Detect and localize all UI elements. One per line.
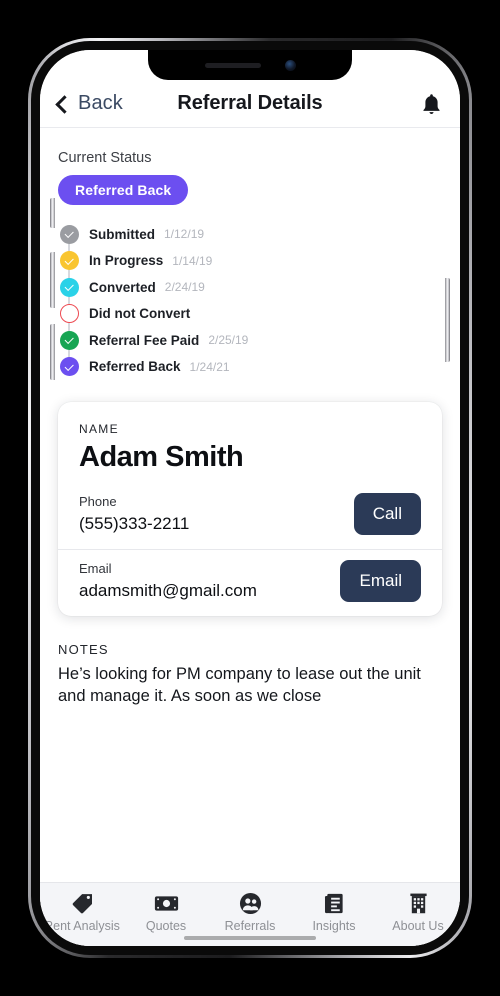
check-icon xyxy=(64,255,74,265)
tab-label: Referrals xyxy=(224,919,276,933)
phone-value: (555)333-2211 xyxy=(79,514,190,533)
notes-section: NOTES He’s looking for PM company to lea… xyxy=(58,642,442,708)
timeline-dot-wrap xyxy=(58,224,80,262)
mute-switch-button[interactable] xyxy=(50,198,55,228)
email-value: adamsmith@gmail.com xyxy=(79,581,257,600)
timeline-row: Referred Back 1/24/21 xyxy=(58,339,442,381)
timeline-dot-wrap xyxy=(58,233,80,289)
people-circle-icon xyxy=(239,892,262,914)
timeline-label: Referral Fee Paid xyxy=(89,332,200,348)
building-icon xyxy=(408,892,429,914)
tab-label: Rent Analysis xyxy=(44,919,120,933)
timeline-date: 2/25/19 xyxy=(208,333,249,348)
contact-card-header: NAME Adam Smith xyxy=(58,402,442,489)
timeline-label: In Progress xyxy=(89,253,164,269)
content-area: Current Status Referred Back Submitted 1/… xyxy=(40,128,460,882)
email-button[interactable]: Email xyxy=(340,560,421,602)
phone-row: Phone (555)333-2211 Call xyxy=(58,489,442,549)
speaker-grille-icon xyxy=(204,62,261,68)
volume-up-button[interactable] xyxy=(50,252,55,308)
timeline-dot-wrap xyxy=(58,286,80,342)
timeline-dot-wrap xyxy=(58,339,80,377)
phone-caption: Phone xyxy=(79,494,117,509)
bell-icon xyxy=(423,93,440,114)
tab-insights[interactable]: Insights xyxy=(292,892,376,933)
timeline-status-dot xyxy=(59,251,79,271)
status-timeline: Submitted 1/12/19 In Progress 1/14/19 Conver… xyxy=(58,221,442,380)
tab-about-us[interactable]: About Us xyxy=(376,892,460,933)
document-icon xyxy=(323,892,345,914)
back-button-label: Back xyxy=(78,92,123,114)
phone-frame: Back Referral Details Current Status Ref… xyxy=(28,38,472,958)
notes-body: He’s looking for PM company to lease out… xyxy=(58,665,421,705)
banknote-icon xyxy=(154,892,179,914)
timeline-date: 1/12/19 xyxy=(164,227,205,242)
check-icon xyxy=(64,361,74,371)
timeline-status-dot xyxy=(59,357,79,377)
phone-bezel: Back Referral Details Current Status Ref… xyxy=(31,41,469,955)
tab-label: About Us xyxy=(392,919,444,933)
timeline-label: Submitted xyxy=(89,226,155,242)
timeline-date: 1/14/19 xyxy=(172,253,213,268)
check-icon xyxy=(64,334,74,344)
name-caption: NAME xyxy=(79,422,119,436)
tab-referrals[interactable]: Referrals xyxy=(208,892,292,933)
timeline-status-dot xyxy=(59,330,79,350)
tag-icon xyxy=(71,892,94,914)
device-notch xyxy=(148,50,352,80)
timeline-label: Did not Convert xyxy=(89,306,191,322)
call-button[interactable]: Call xyxy=(353,493,421,535)
timeline-date: 2/24/19 xyxy=(164,280,205,295)
home-indicator xyxy=(184,936,316,940)
tab-quotes[interactable]: Quotes xyxy=(124,892,208,933)
front-camera-icon xyxy=(284,59,296,71)
timeline-label: Converted xyxy=(89,279,156,295)
email-row: Email adamsmith@gmail.com Email xyxy=(58,549,442,616)
back-button[interactable]: Back xyxy=(55,92,123,115)
status-badge: Referred Back xyxy=(58,175,189,205)
timeline-status-dot xyxy=(59,224,79,244)
timeline-row: Did not Convert xyxy=(58,286,442,342)
timeline-label: Referred Back xyxy=(89,359,181,375)
timeline-status-dot xyxy=(59,277,79,297)
volume-down-button[interactable] xyxy=(50,324,55,380)
timeline-row: Converted 2/24/19 xyxy=(58,259,442,315)
timeline-row: Submitted 1/12/19 xyxy=(58,221,442,262)
app-container: Back Referral Details Current Status Ref… xyxy=(40,50,460,946)
page-title: Referral Details xyxy=(177,92,323,114)
notes-caption: NOTES xyxy=(58,642,109,657)
contact-name: Adam Smith xyxy=(79,441,244,473)
chevron-left-icon xyxy=(55,94,74,114)
contact-card: NAME Adam Smith Phone (555)333-2211 Call xyxy=(58,402,442,616)
timeline-row: In Progress 1/14/19 xyxy=(58,233,442,289)
timeline-date: 1/24/21 xyxy=(189,359,230,374)
timeline-dot-wrap xyxy=(58,259,80,315)
navigation-bar: Back Referral Details xyxy=(40,80,460,128)
check-icon xyxy=(64,281,74,291)
tab-rent-analysis[interactable]: Rent Analysis xyxy=(40,892,124,933)
current-status-label: Current Status xyxy=(58,150,152,166)
check-icon xyxy=(64,228,74,238)
phone-screen: Back Referral Details Current Status Ref… xyxy=(40,50,460,946)
timeline-status-dot xyxy=(59,304,79,324)
power-button[interactable] xyxy=(445,278,450,362)
email-caption: Email xyxy=(79,561,112,576)
tab-label: Quotes xyxy=(145,919,187,933)
timeline-dot-wrap xyxy=(58,312,80,368)
tab-label: Insights xyxy=(312,919,356,933)
timeline-row: Referral Fee Paid 2/25/19 xyxy=(58,312,442,368)
notifications-button[interactable] xyxy=(421,92,442,116)
